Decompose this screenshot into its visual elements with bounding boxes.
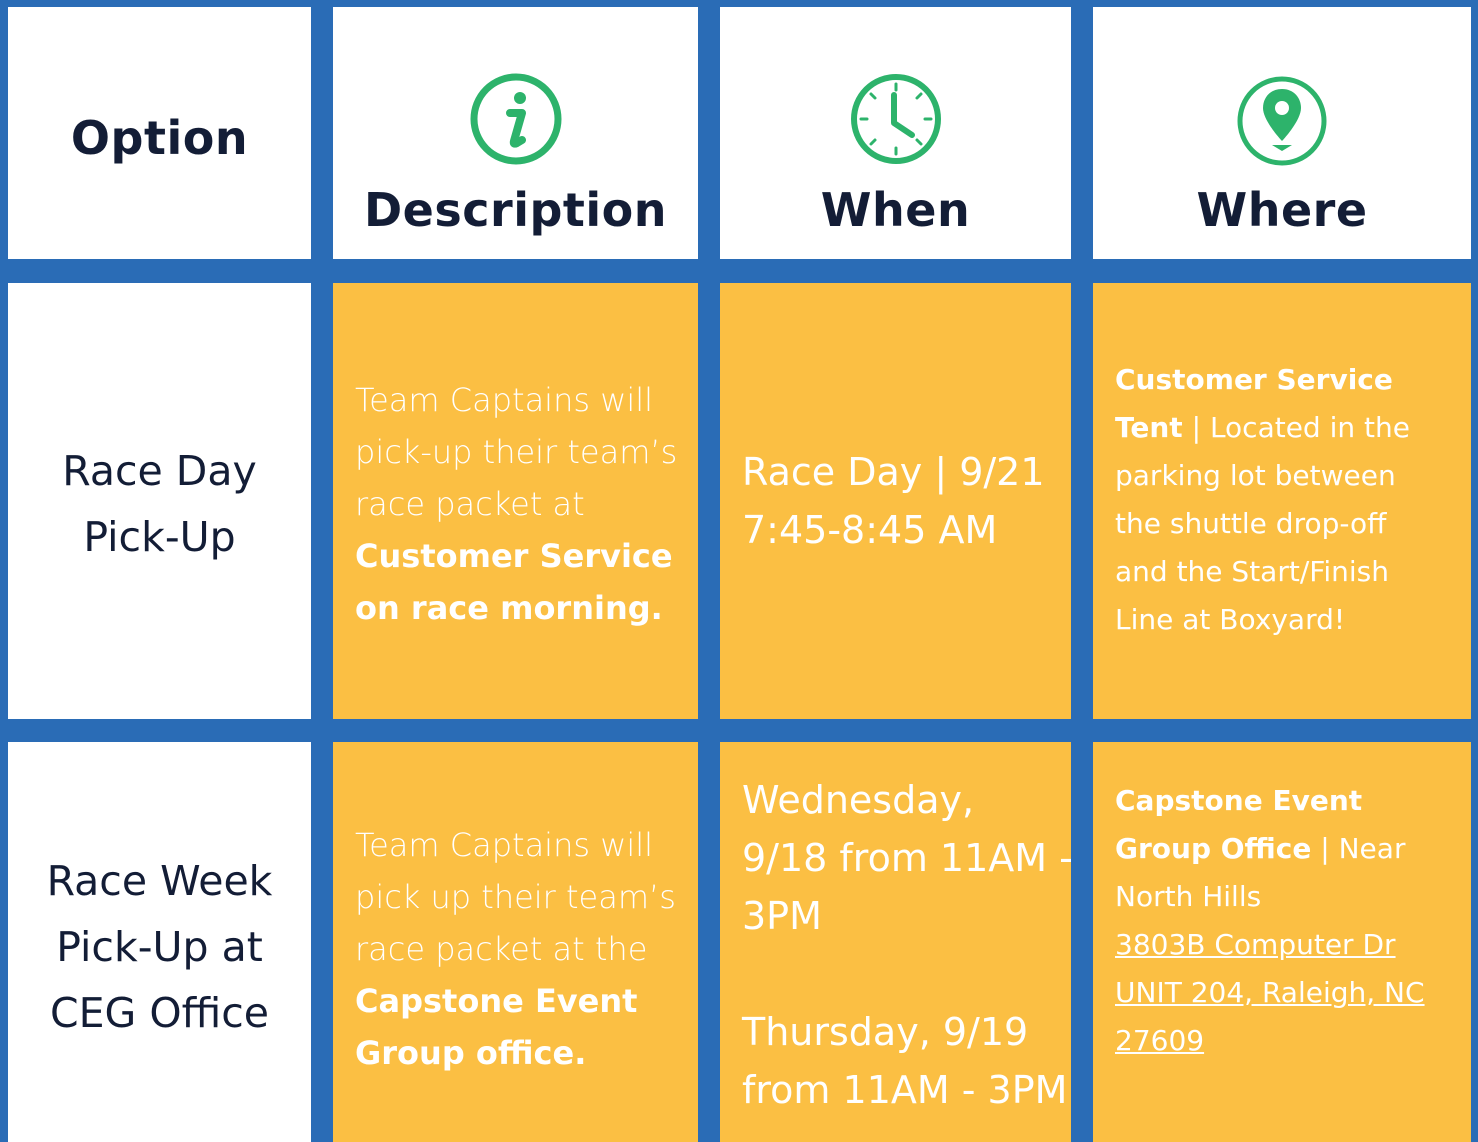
- description-line: race packet at: [355, 485, 585, 523]
- where-bold: Tent: [1115, 411, 1183, 444]
- description-bold-line: Group office.: [355, 1034, 587, 1072]
- where-line: Line at Boxyard!: [1115, 603, 1346, 636]
- description-bold-line: Customer Service: [355, 537, 673, 575]
- where-text: | Near: [1311, 832, 1406, 865]
- description-line: Team Captains will: [355, 826, 654, 864]
- option-line: Pick-Up: [83, 513, 236, 561]
- option-line: Race Week: [46, 857, 273, 905]
- header-when: When: [820, 183, 971, 237]
- address-link[interactable]: UNIT 204, Raleigh, NC: [1115, 969, 1425, 1017]
- when-spacer: [742, 945, 1073, 1003]
- description-bold-line: on race morning.: [355, 589, 663, 627]
- option-line: Race Day: [62, 447, 257, 495]
- row-2-when-cell: Wednesday, 9/18 from 11AM - 3PM Thursday…: [720, 742, 1073, 1142]
- row-1-option: Race Day Pick-Up: [8, 438, 311, 570]
- option-line: Pick-Up at: [56, 923, 263, 971]
- info-icon: [470, 73, 562, 169]
- description-line: Team Captains will: [355, 381, 654, 419]
- description-line: pick-up their team’s: [355, 433, 678, 471]
- when-line: Race Day | 9/21: [742, 450, 1045, 494]
- where-line: Group Office | Near: [1115, 825, 1425, 873]
- description-line: race packet at the: [355, 930, 648, 968]
- where-bold-line: Customer Service: [1115, 363, 1393, 396]
- where-bold-line: Capstone Event: [1115, 784, 1363, 817]
- row-2-when: Wednesday, 9/18 from 11AM - 3PM Thursday…: [742, 771, 1073, 1119]
- when-line: from 11AM - 3PM: [742, 1068, 1068, 1112]
- row-1-when: Race Day | 9/21 7:45-8:45 AM: [742, 443, 1045, 559]
- row-2-option-cell: Race Week Pick-Up at CEG Office: [8, 742, 311, 1142]
- row-1-where-cell: Customer Service Tent | Located in the p…: [1093, 283, 1471, 719]
- where-line: the shuttle drop-off: [1115, 507, 1387, 540]
- header-where: Where: [1196, 183, 1368, 237]
- row-2-where-cell: Capstone Event Group Office | Near North…: [1093, 742, 1471, 1142]
- location-pin-icon: [1236, 75, 1328, 171]
- description-line: pick up their team’s: [355, 878, 676, 916]
- where-line: parking lot between: [1115, 459, 1396, 492]
- description-bold-line: Capstone Event: [355, 982, 638, 1020]
- when-line: 9/18 from 11AM -: [742, 836, 1073, 880]
- where-line: North Hills: [1115, 880, 1262, 913]
- row-1-description: Team Captains will pick-up their team’s …: [355, 374, 677, 634]
- header-description-cell: Description: [333, 7, 698, 259]
- address-link[interactable]: 3803B Computer Dr: [1115, 921, 1425, 969]
- header-description: Description: [363, 183, 668, 237]
- when-line: Thursday, 9/19: [742, 1010, 1029, 1054]
- where-bold: Group Office: [1115, 832, 1312, 865]
- address-link[interactable]: 27609: [1115, 1017, 1425, 1065]
- row-1-description-cell: Team Captains will pick-up their team’s …: [333, 283, 698, 719]
- option-line: CEG Office: [49, 989, 269, 1037]
- where-text: | Located in the: [1182, 411, 1410, 444]
- row-1-option-cell: Race Day Pick-Up: [8, 283, 311, 719]
- row-2-description-cell: Team Captains will pick up their team’s …: [333, 742, 698, 1142]
- header-option: Option: [70, 111, 249, 165]
- row-2-option: Race Week Pick-Up at CEG Office: [8, 848, 311, 1046]
- header-when-cell: When: [720, 7, 1071, 259]
- row-2-description: Team Captains will pick up their team’s …: [355, 819, 676, 1079]
- when-line: 3PM: [742, 894, 822, 938]
- when-line: 7:45-8:45 AM: [742, 508, 998, 552]
- row-1-when-cell: Race Day | 9/21 7:45-8:45 AM: [720, 283, 1071, 719]
- row-1-where: Customer Service Tent | Located in the p…: [1115, 356, 1410, 644]
- header-option-cell: Option: [8, 7, 311, 259]
- where-line: Tent | Located in the: [1115, 404, 1410, 452]
- clock-icon: [850, 73, 942, 169]
- where-line: and the Start/Finish: [1115, 555, 1389, 588]
- when-line: Wednesday,: [742, 778, 975, 822]
- header-where-cell: Where: [1093, 7, 1471, 259]
- row-2-where: Capstone Event Group Office | Near North…: [1115, 777, 1425, 1065]
